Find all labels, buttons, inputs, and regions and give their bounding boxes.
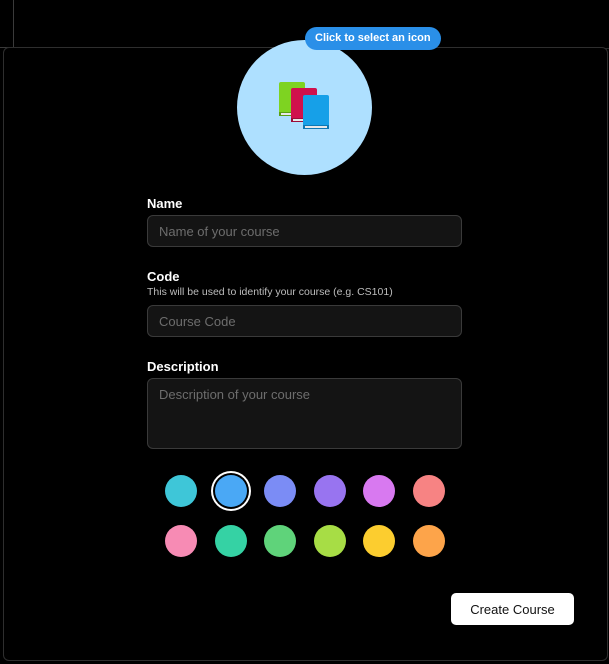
color-swatch[interactable] bbox=[264, 525, 296, 557]
course-code-input[interactable] bbox=[147, 305, 462, 337]
books-icon bbox=[279, 82, 329, 129]
background-panel-edge bbox=[0, 0, 14, 48]
name-label: Name bbox=[147, 196, 183, 211]
color-swatch[interactable] bbox=[412, 525, 445, 557]
description-label: Description bbox=[147, 359, 219, 374]
color-swatch[interactable] bbox=[363, 525, 395, 557]
course-name-input[interactable] bbox=[147, 215, 462, 247]
color-swatch[interactable] bbox=[214, 525, 247, 557]
color-swatch[interactable] bbox=[412, 475, 445, 507]
select-icon-badge[interactable]: Click to select an icon bbox=[305, 27, 441, 50]
color-swatch[interactable] bbox=[214, 475, 247, 507]
create-course-button[interactable]: Create Course bbox=[451, 593, 574, 625]
course-icon-picker[interactable] bbox=[237, 40, 372, 175]
color-swatch[interactable] bbox=[363, 475, 395, 507]
color-swatch[interactable] bbox=[165, 525, 197, 557]
code-label: Code bbox=[147, 269, 180, 284]
course-description-input[interactable] bbox=[147, 378, 462, 449]
color-swatch[interactable] bbox=[264, 475, 296, 507]
color-swatch[interactable] bbox=[313, 525, 346, 557]
color-swatch[interactable] bbox=[313, 475, 346, 507]
color-swatch[interactable] bbox=[165, 475, 197, 507]
code-hint: This will be used to identify your cours… bbox=[147, 286, 393, 298]
